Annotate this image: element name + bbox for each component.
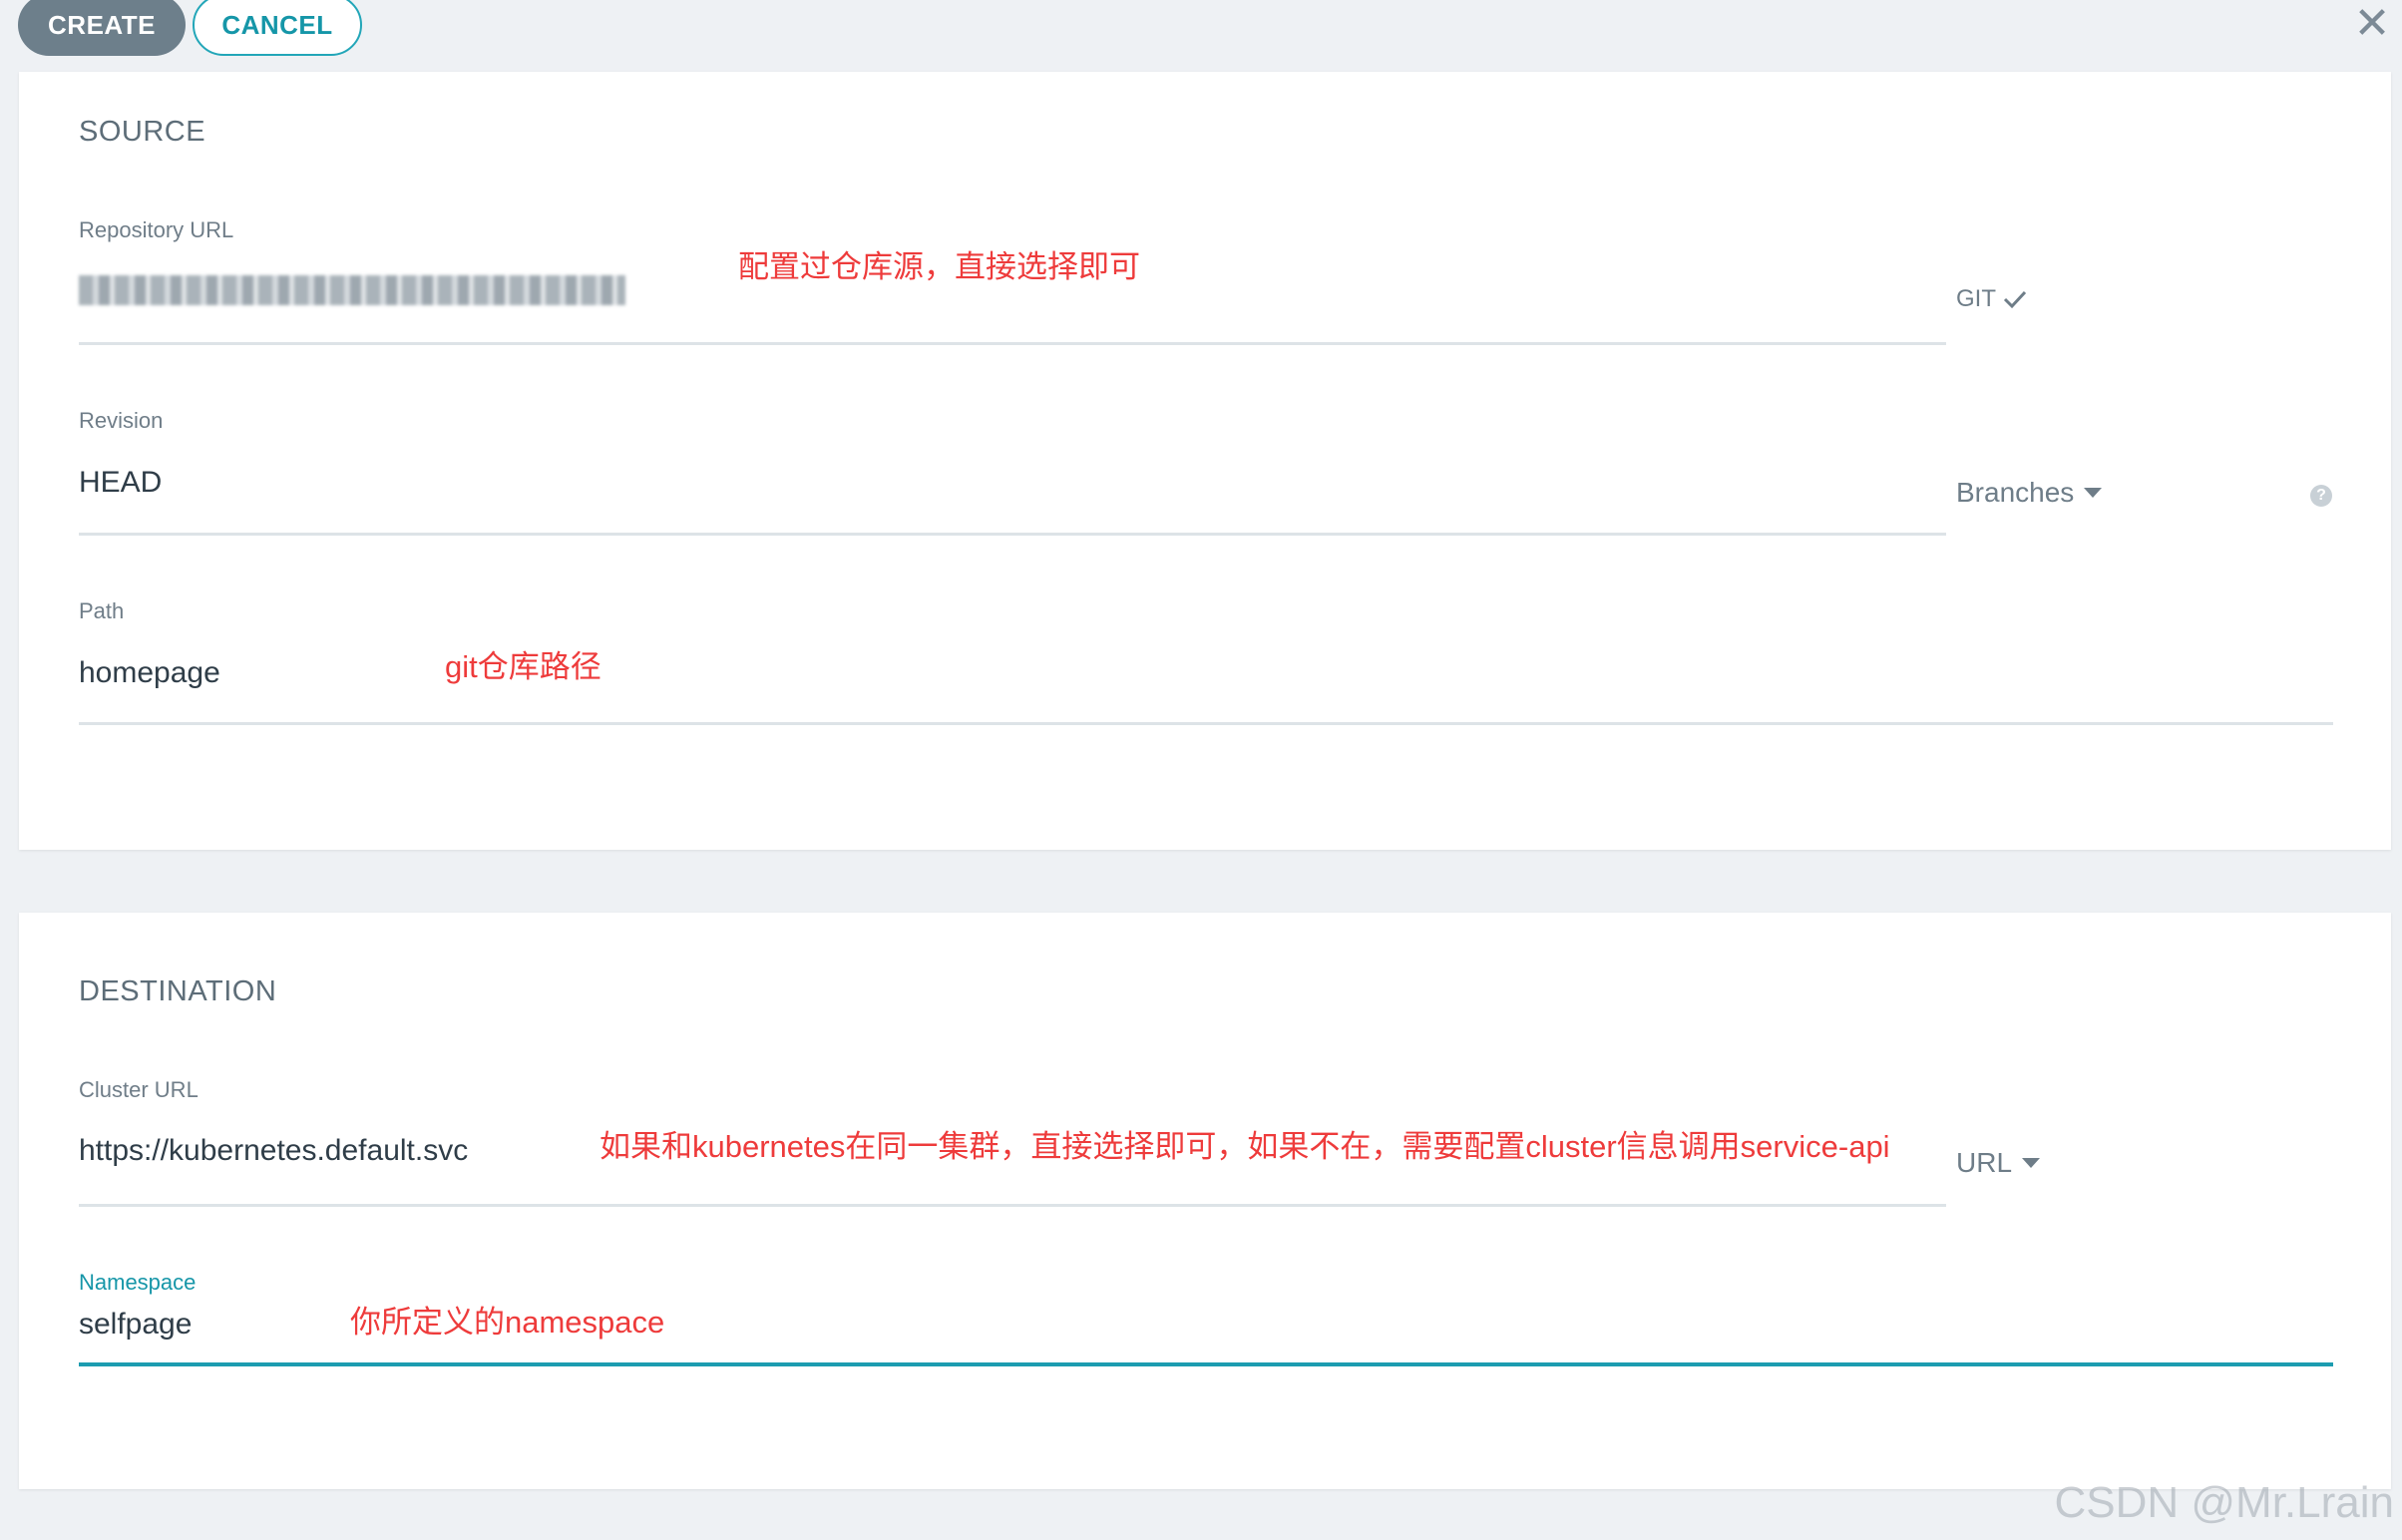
namespace-underline-focused <box>79 1362 2333 1366</box>
destination-card: DESTINATION Cluster URL https://kubernet… <box>19 913 2391 1489</box>
repository-url-underline <box>79 342 1946 345</box>
revision-underline <box>79 533 1946 536</box>
namespace-input[interactable]: selfpage <box>79 1308 192 1342</box>
close-icon[interactable]: ✕ <box>2352 2 2392 46</box>
cluster-url-underline <box>79 1204 1946 1207</box>
annotation-namespace: 你所定义的namespace <box>350 1305 665 1340</box>
cluster-url-input[interactable]: https://kubernetes.default.svc <box>79 1134 468 1168</box>
repository-url-label: Repository URL <box>79 217 234 242</box>
check-icon <box>2003 290 2027 309</box>
caret-down-icon <box>2022 1158 2041 1168</box>
caret-down-icon <box>2084 488 2103 498</box>
revision-label: Revision <box>79 408 164 433</box>
annotation-cluster: 如果和kubernetes在同一集群，直接选择即可，如果不在，需要配置clust… <box>600 1129 1890 1164</box>
top-toolbar: CREATE CANCEL ✕ <box>0 0 2402 72</box>
repo-type-label: GIT <box>1956 285 1996 312</box>
path-input[interactable]: homepage <box>79 656 220 690</box>
destination-title: DESTINATION <box>79 975 277 1007</box>
repository-url-value-blurred[interactable] <box>79 275 625 305</box>
cluster-url-dropdown-label: URL <box>1956 1147 2013 1178</box>
revision-input[interactable]: HEAD <box>79 466 162 500</box>
revision-dropdown[interactable]: Branches <box>1956 477 2103 509</box>
revision-dropdown-label: Branches <box>1956 477 2075 508</box>
annotation-path: git仓库路径 <box>445 649 601 684</box>
create-button[interactable]: CREATE <box>18 0 186 56</box>
annotation-repository: 配置过仓库源，直接选择即可 <box>738 249 1140 284</box>
path-label: Path <box>79 598 125 623</box>
source-title: SOURCE <box>79 116 206 148</box>
source-card: SOURCE Repository URL 配置过仓库源，直接选择即可 GIT … <box>19 72 2391 850</box>
help-icon[interactable]: ? <box>2310 485 2332 507</box>
path-underline <box>79 722 2333 725</box>
cluster-url-dropdown[interactable]: URL <box>1956 1147 2041 1179</box>
repo-type-indicator[interactable]: GIT <box>1956 285 2028 313</box>
namespace-label: Namespace <box>79 1270 197 1295</box>
watermark: CSDN @Mr.Lrain <box>2054 1478 2394 1527</box>
cancel-button[interactable]: CANCEL <box>193 0 362 56</box>
cluster-url-label: Cluster URL <box>79 1077 199 1102</box>
